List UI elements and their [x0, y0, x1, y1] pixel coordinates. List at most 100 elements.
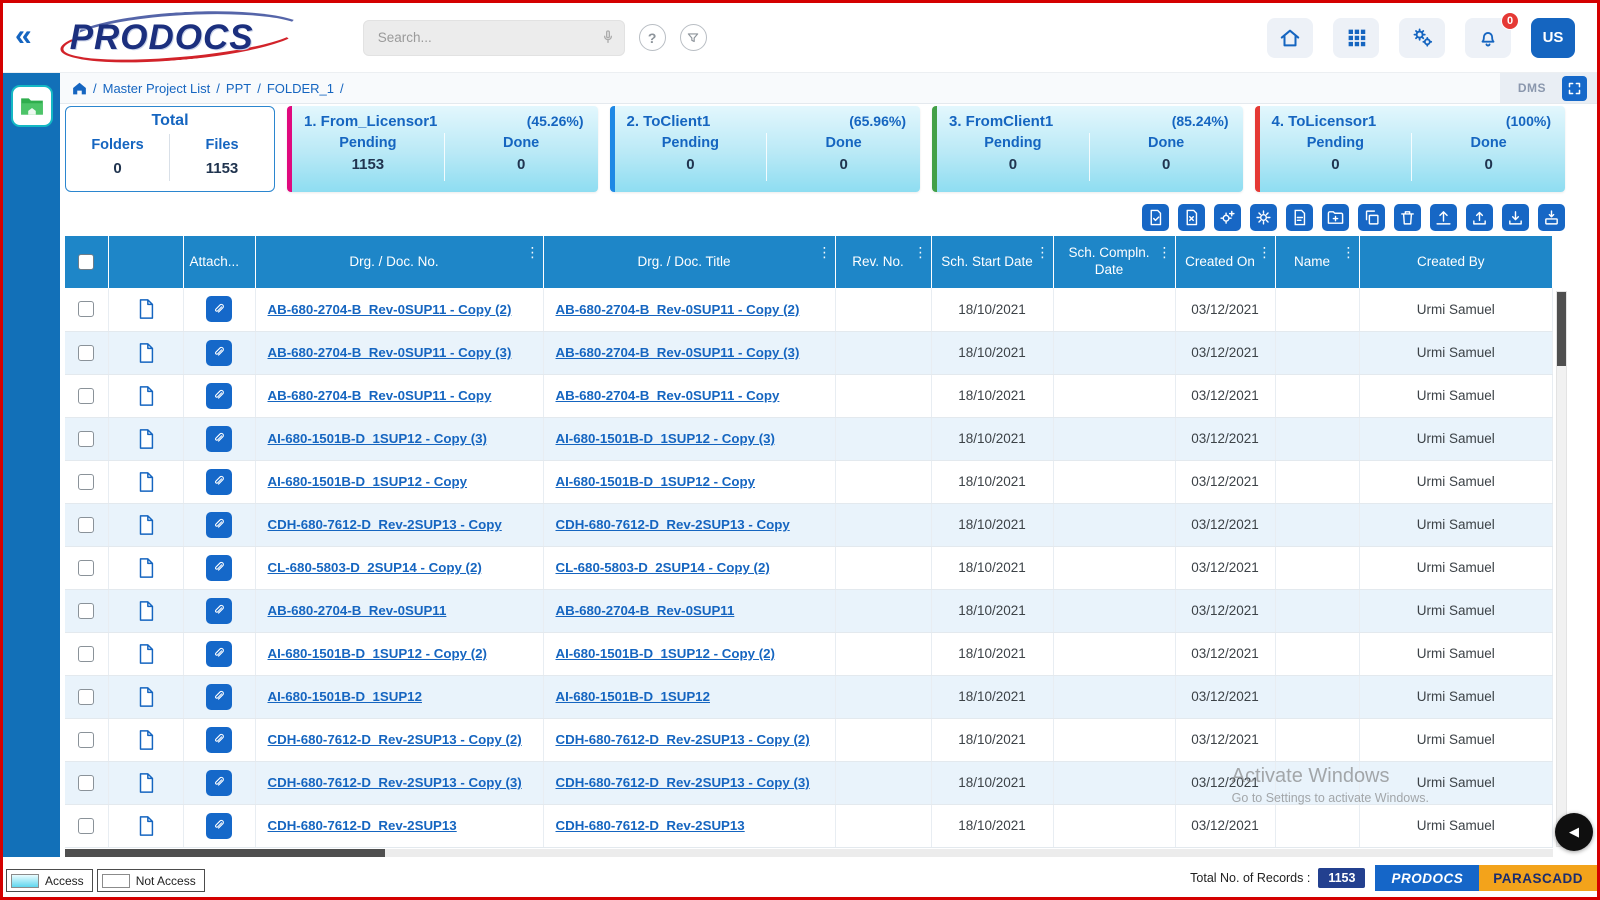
- row-checkbox[interactable]: [78, 559, 95, 576]
- doc-title-link[interactable]: CL-680-5803-D_2SUP14 - Copy (2): [556, 560, 770, 575]
- doc-no-link[interactable]: AI-680-1501B-D_1SUP12 - Copy (3): [268, 431, 487, 446]
- row-checkbox[interactable]: [78, 301, 95, 318]
- attach-button[interactable]: [206, 597, 232, 624]
- row-checkbox[interactable]: [78, 645, 95, 662]
- breadcrumb-item-folder-1[interactable]: FOLDER_1: [267, 81, 334, 96]
- upload-icon[interactable]: [1466, 203, 1493, 231]
- column-menu-icon[interactable]: ⋮: [914, 244, 928, 262]
- column-menu-icon[interactable]: ⋮: [1158, 244, 1172, 262]
- col-created-by[interactable]: Created By: [1359, 236, 1553, 288]
- user-avatar[interactable]: US: [1531, 17, 1575, 58]
- doc-title-link[interactable]: AB-680-2704-B_Rev-0SUP11 - Copy (3): [556, 345, 800, 360]
- doc-title-link[interactable]: AB-680-2704-B_Rev-0SUP11 - Copy: [556, 388, 780, 403]
- vertical-scrollbar-thumb[interactable]: [1557, 292, 1566, 366]
- row-checkbox[interactable]: [78, 473, 95, 490]
- notifications-bell-button[interactable]: 0: [1465, 11, 1519, 58]
- search-input[interactable]: [362, 19, 625, 56]
- reject-document-icon[interactable]: [1178, 203, 1205, 231]
- column-menu-icon[interactable]: ⋮: [1258, 244, 1272, 262]
- doc-no-link[interactable]: CL-680-5803-D_2SUP14 - Copy (2): [268, 560, 482, 575]
- settings-gears-button[interactable]: [1399, 17, 1445, 58]
- doc-title-link[interactable]: AB-680-2704-B_Rev-0SUP11 - Copy (2): [556, 302, 800, 317]
- doc-title-link[interactable]: AI-680-1501B-D_1SUP12 - Copy: [556, 474, 756, 489]
- attach-button[interactable]: [206, 640, 232, 667]
- row-checkbox[interactable]: [78, 387, 95, 404]
- doc-no-link[interactable]: CDH-680-7612-D_Rev-2SUP13 - Copy: [268, 517, 502, 532]
- run-workflow-gear-icon[interactable]: [1250, 203, 1277, 231]
- attach-button[interactable]: [206, 339, 232, 366]
- doc-title-link[interactable]: AB-680-2704-B_Rev-0SUP11: [556, 603, 735, 618]
- col-doc-title[interactable]: Drg. / Doc. Title ⋮: [543, 236, 836, 288]
- stage-card-from-client1[interactable]: 3. FromClient1 (85.24%) Pending Done 0 0: [932, 106, 1243, 192]
- move-up-box-icon[interactable]: [1430, 203, 1457, 231]
- col-doc-no[interactable]: Drg. / Doc. No. ⋮: [255, 236, 544, 288]
- delete-trash-icon[interactable]: [1394, 203, 1421, 231]
- doc-no-link[interactable]: CDH-680-7612-D_Rev-2SUP13: [268, 818, 457, 833]
- col-rev-no[interactable]: Rev. No. ⋮: [835, 236, 932, 288]
- filter-icon[interactable]: [679, 24, 707, 51]
- col-name[interactable]: Name ⋮: [1275, 236, 1360, 288]
- mic-icon[interactable]: [600, 29, 616, 50]
- doc-title-link[interactable]: CDH-680-7612-D_Rev-2SUP13 - Copy (3): [556, 775, 810, 790]
- breadcrumb-item-master-project-list[interactable]: Master Project List: [103, 81, 211, 96]
- breadcrumb-home-icon[interactable]: [72, 81, 87, 95]
- doc-title-link[interactable]: CDH-680-7612-D_Rev-2SUP13 - Copy (2): [556, 732, 810, 747]
- doc-no-link[interactable]: CDH-680-7612-D_Rev-2SUP13 - Copy (2): [268, 732, 522, 747]
- export-down-icon[interactable]: [1538, 203, 1565, 231]
- row-checkbox[interactable]: [78, 774, 95, 791]
- doc-no-link[interactable]: AI-680-1501B-D_1SUP12 - Copy (2): [268, 646, 487, 661]
- column-menu-icon[interactable]: ⋮: [1036, 244, 1050, 262]
- document-report-icon[interactable]: [1286, 203, 1313, 231]
- add-folder-icon[interactable]: [1322, 203, 1349, 231]
- sidebar-collapse-icon[interactable]: «: [15, 20, 32, 51]
- folder-home-button[interactable]: [10, 85, 53, 127]
- doc-no-link[interactable]: AI-680-1501B-D_1SUP12 - Copy: [268, 474, 468, 489]
- doc-title-link[interactable]: AI-680-1501B-D_1SUP12 - Copy (3): [556, 431, 775, 446]
- row-checkbox[interactable]: [78, 688, 95, 705]
- scroll-left-floating-button[interactable]: ◀: [1555, 813, 1593, 851]
- download-icon[interactable]: [1502, 203, 1529, 231]
- row-checkbox[interactable]: [78, 602, 95, 619]
- attach-button[interactable]: [206, 769, 232, 796]
- doc-no-link[interactable]: AB-680-2704-B_Rev-0SUP11: [268, 603, 447, 618]
- attach-button[interactable]: [206, 425, 232, 452]
- stage-card-from-licensor1[interactable]: 1. From_Licensor1 (45.26%) Pending Done 1…: [287, 106, 598, 192]
- row-checkbox[interactable]: [78, 817, 95, 834]
- copy-document-icon[interactable]: [1358, 203, 1385, 231]
- select-all-checkbox[interactable]: [78, 254, 95, 270]
- doc-no-link[interactable]: CDH-680-7612-D_Rev-2SUP13 - Copy (3): [268, 775, 522, 790]
- col-sch-start-date[interactable]: Sch. Start Date ⋮: [931, 236, 1054, 288]
- col-created-on[interactable]: Created On ⋮: [1175, 236, 1276, 288]
- column-menu-icon[interactable]: ⋮: [1342, 244, 1356, 262]
- row-checkbox[interactable]: [78, 516, 95, 533]
- attach-button[interactable]: [206, 683, 232, 710]
- doc-title-link[interactable]: CDH-680-7612-D_Rev-2SUP13 - Copy: [556, 517, 790, 532]
- doc-title-link[interactable]: CDH-680-7612-D_Rev-2SUP13: [556, 818, 745, 833]
- doc-no-link[interactable]: AI-680-1501B-D_1SUP12: [268, 689, 422, 704]
- stage-card-to-licensor1[interactable]: 4. ToLicensor1 (100%) Pending Done 0 0: [1254, 106, 1565, 192]
- row-checkbox[interactable]: [78, 344, 95, 361]
- approve-document-icon[interactable]: [1142, 203, 1169, 231]
- attach-button[interactable]: [206, 382, 232, 409]
- col-sch-compln-date[interactable]: Sch. Compln. Date ⋮: [1053, 236, 1176, 288]
- workflow-gear-add-icon[interactable]: [1214, 203, 1241, 231]
- doc-title-link[interactable]: AI-680-1501B-D_1SUP12 - Copy (2): [556, 646, 775, 661]
- row-checkbox[interactable]: [78, 731, 95, 748]
- stage-card-to-client1[interactable]: 2. ToClient1 (65.96%) Pending Done 0 0: [609, 106, 920, 192]
- attach-button[interactable]: [206, 812, 232, 839]
- help-icon[interactable]: ?: [638, 24, 666, 51]
- attach-button[interactable]: [206, 468, 232, 495]
- home-button[interactable]: [1267, 17, 1313, 58]
- apps-grid-button[interactable]: [1333, 17, 1379, 58]
- doc-no-link[interactable]: AB-680-2704-B_Rev-0SUP11 - Copy: [268, 388, 492, 403]
- doc-no-link[interactable]: AB-680-2704-B_Rev-0SUP11 - Copy (3): [268, 345, 512, 360]
- row-checkbox[interactable]: [78, 430, 95, 447]
- doc-no-link[interactable]: AB-680-2704-B_Rev-0SUP11 - Copy (2): [268, 302, 512, 317]
- doc-title-link[interactable]: AI-680-1501B-D_1SUP12: [556, 689, 710, 704]
- column-menu-icon[interactable]: ⋮: [526, 244, 540, 262]
- column-menu-icon[interactable]: ⋮: [818, 244, 832, 262]
- fullscreen-expand-button[interactable]: [1562, 75, 1587, 101]
- breadcrumb-item-ppt[interactable]: PPT: [226, 81, 251, 96]
- attach-button[interactable]: [206, 726, 232, 753]
- attach-button[interactable]: [206, 554, 232, 581]
